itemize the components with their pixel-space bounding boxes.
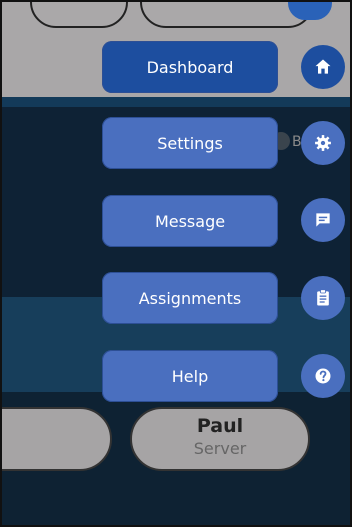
user-name: Paul: [196, 415, 244, 437]
user-name: evin: [2, 415, 110, 437]
top-pill-left[interactable]: [30, 2, 128, 28]
clipboard-icon[interactable]: [301, 276, 345, 320]
top-circle-button[interactable]: [288, 2, 332, 20]
help-icon[interactable]: [301, 354, 345, 398]
user-role: rver: [2, 439, 110, 458]
menu-button-settings[interactable]: Settings: [102, 117, 278, 169]
user-card-left[interactable]: evin rver: [2, 407, 112, 471]
menu-button-dashboard[interactable]: Dashboard: [102, 41, 278, 93]
message-icon[interactable]: [301, 198, 345, 242]
user-role: Server: [193, 439, 247, 458]
app-frame: B evin rver Paul Server Dashboard Settin…: [0, 0, 352, 527]
user-card-paul[interactable]: Paul Server: [130, 407, 310, 471]
menu-button-help[interactable]: Help: [102, 350, 278, 402]
gear-icon[interactable]: [301, 121, 345, 165]
menu-button-assignments[interactable]: Assignments: [102, 272, 278, 324]
home-icon[interactable]: [301, 45, 345, 89]
menu-button-message[interactable]: Message: [102, 195, 278, 247]
background-edge: [2, 97, 350, 107]
